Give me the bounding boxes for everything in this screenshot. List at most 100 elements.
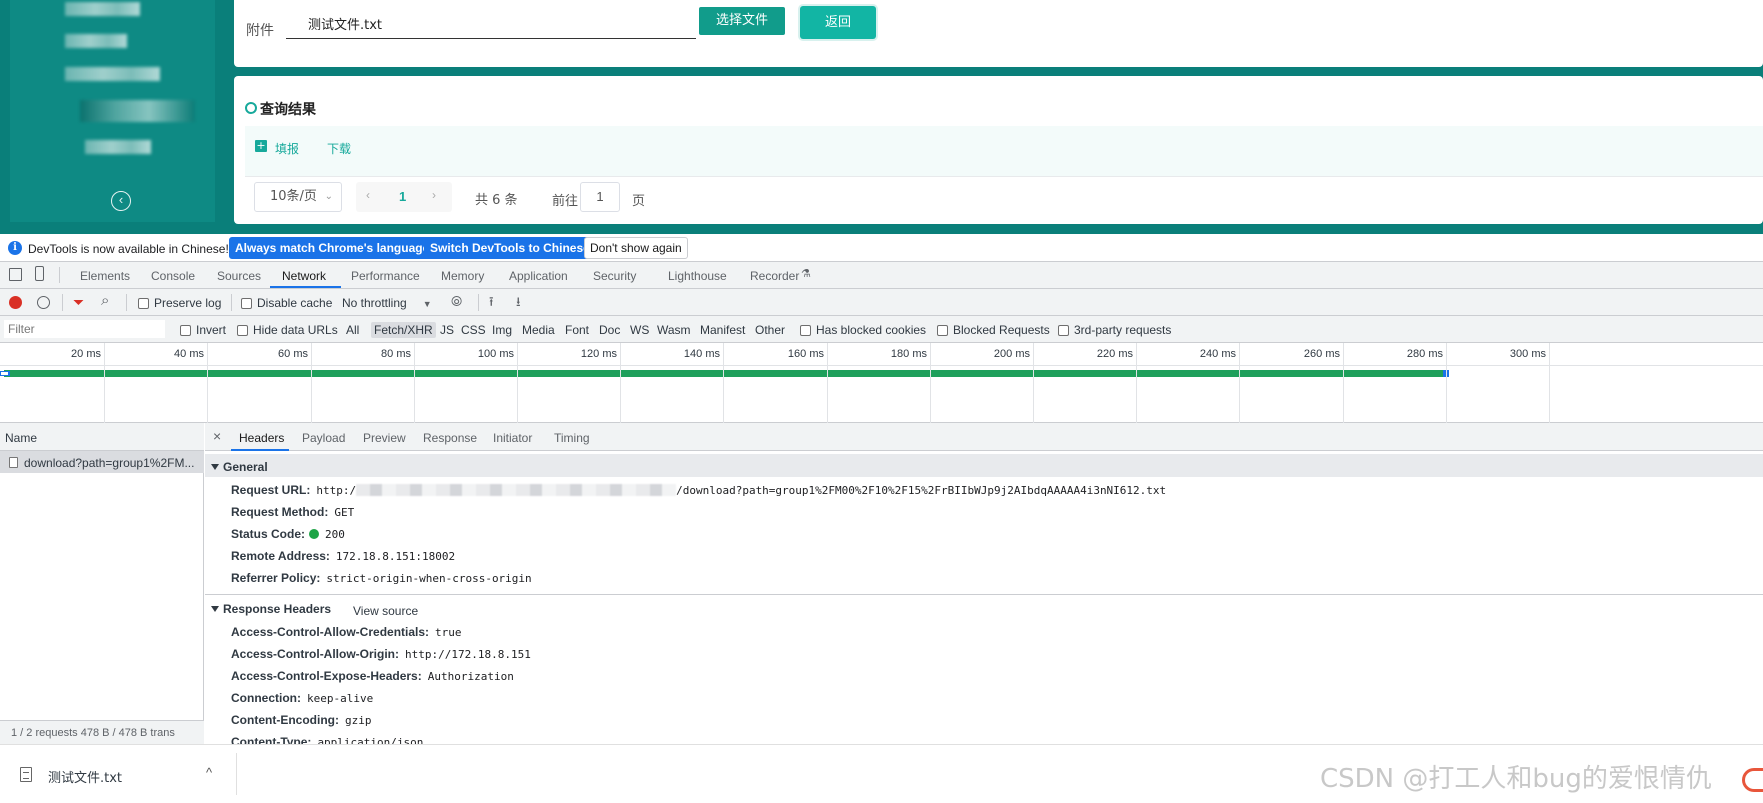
- tab-initiator[interactable]: Initiator: [493, 431, 532, 445]
- filter-icon[interactable]: ⏷: [73, 294, 84, 311]
- prev-page-button[interactable]: ‹: [366, 188, 370, 202]
- status-ok-icon: [309, 529, 320, 539]
- timeline-grid-line: [930, 343, 931, 423]
- hide-data-urls-checkbox[interactable]: Hide data URLs: [237, 323, 338, 337]
- goto-page-input[interactable]: 1: [580, 182, 620, 212]
- choose-file-button[interactable]: 选择文件: [699, 7, 785, 35]
- download-button[interactable]: 下载: [327, 140, 351, 157]
- type-filter-img[interactable]: Img: [492, 323, 512, 337]
- export-har-icon[interactable]: ⭳: [516, 293, 521, 315]
- type-filter-js[interactable]: JS: [440, 323, 454, 337]
- tab-security[interactable]: Security: [593, 269, 636, 283]
- clear-icon[interactable]: [37, 296, 50, 309]
- checkbox[interactable]: [180, 325, 191, 336]
- type-filter-media[interactable]: Media: [522, 323, 555, 337]
- preserve-log-checkbox[interactable]: Preserve log: [138, 296, 221, 310]
- header-value: /download?path=group1%2FM00%2F10%2F15%2F…: [676, 484, 1167, 497]
- inspect-element-icon[interactable]: [9, 268, 22, 281]
- tab-recorder[interactable]: Recorder: [750, 269, 799, 283]
- fill-report-button[interactable]: + 填报: [255, 140, 299, 157]
- record-icon[interactable]: [9, 296, 22, 309]
- response-headers-section-header[interactable]: Response Headers: [205, 596, 1763, 619]
- filter-input[interactable]: Filter: [3, 319, 166, 339]
- sidebar-item-blurred[interactable]: [65, 2, 140, 16]
- page-number-current[interactable]: 1: [399, 189, 406, 204]
- switch-chinese-button[interactable]: Switch DevTools to Chinese: [424, 237, 596, 259]
- timeline-tick-label: 220 ms: [1096, 348, 1133, 360]
- sidebar: ‹: [10, 0, 215, 222]
- network-conditions-icon[interactable]: ⦾: [451, 293, 462, 310]
- type-filter-fetch-xhr[interactable]: Fetch/XHR: [371, 322, 436, 338]
- type-filter-other[interactable]: Other: [755, 323, 785, 337]
- file-input[interactable]: 测试文件.txt: [286, 8, 696, 39]
- type-filter-ws[interactable]: WS: [630, 323, 649, 337]
- sidebar-item-blurred[interactable]: [85, 140, 151, 154]
- disable-cache-checkbox[interactable]: Disable cache: [241, 296, 332, 310]
- third-party-checkbox[interactable]: 3rd-party requests: [1058, 323, 1171, 337]
- dont-show-again-button[interactable]: Don't show again: [584, 237, 688, 259]
- name-column-header[interactable]: Name: [0, 423, 204, 451]
- page-size-value: 10条/页: [270, 189, 317, 204]
- collapse-sidebar-icon[interactable]: ‹: [111, 191, 131, 211]
- tab-network[interactable]: Network: [282, 269, 326, 283]
- next-page-button[interactable]: ›: [432, 188, 436, 202]
- tab-performance[interactable]: Performance: [351, 269, 420, 283]
- tab-application[interactable]: Application: [509, 269, 568, 283]
- has-blocked-cookies-label: Has blocked cookies: [816, 323, 927, 337]
- tab-memory[interactable]: Memory: [441, 269, 484, 283]
- invert-checkbox[interactable]: Invert: [180, 323, 226, 337]
- type-filter-manifest[interactable]: Manifest: [700, 323, 745, 337]
- close-icon[interactable]: ×: [213, 428, 221, 444]
- header-row: Access-Control-Allow-Origin: http://172.1…: [231, 647, 531, 661]
- chevron-up-icon[interactable]: ^: [206, 765, 212, 780]
- document-icon: [9, 457, 18, 468]
- checkbox[interactable]: [241, 298, 252, 309]
- sidebar-item-blurred[interactable]: [65, 67, 160, 81]
- checkbox[interactable]: [937, 325, 948, 336]
- type-filter-all[interactable]: All: [346, 323, 359, 337]
- sidebar-item-blurred[interactable]: [65, 34, 127, 48]
- type-filter-font[interactable]: Font: [565, 323, 589, 337]
- request-row[interactable]: download?path=group1%2FM...: [0, 451, 204, 473]
- timeline-grid-line: [1136, 343, 1137, 423]
- throttling-select[interactable]: No throttling ▼: [342, 296, 432, 310]
- tab-timing[interactable]: Timing: [554, 431, 590, 445]
- tab-payload[interactable]: Payload: [302, 431, 345, 445]
- type-filter-doc[interactable]: Doc: [599, 323, 620, 337]
- header-value: keep-alive: [307, 692, 374, 705]
- tab-elements[interactable]: Elements: [80, 269, 130, 283]
- search-icon[interactable]: ⌕: [101, 292, 109, 309]
- timeline-grid-line: [207, 343, 208, 423]
- blocked-requests-checkbox[interactable]: Blocked Requests: [937, 323, 1050, 337]
- checkbox[interactable]: [138, 298, 149, 309]
- tab-lighthouse[interactable]: Lighthouse: [668, 269, 727, 283]
- divider: [62, 294, 63, 311]
- invert-label: Invert: [196, 323, 227, 337]
- request-name: download?path=group1%2FM...: [24, 456, 195, 470]
- has-blocked-cookies-checkbox[interactable]: Has blocked cookies: [800, 323, 926, 337]
- checkbox[interactable]: [800, 325, 811, 336]
- match-language-button[interactable]: Always match Chrome's language: [229, 237, 436, 259]
- checkbox[interactable]: [1058, 325, 1069, 336]
- view-source-button[interactable]: View source: [353, 604, 418, 618]
- import-har-icon[interactable]: ⭱: [489, 293, 494, 315]
- tab-preview[interactable]: Preview: [363, 431, 406, 445]
- checkbox[interactable]: [237, 325, 248, 336]
- tab-sources[interactable]: Sources: [217, 269, 261, 283]
- network-overview[interactable]: 20 ms 40 ms 60 ms 80 ms 100 ms 120 ms 140 ms 16…: [0, 343, 1763, 423]
- tab-response[interactable]: Response: [423, 431, 477, 445]
- sidebar-item-blurred-active[interactable]: [80, 100, 195, 122]
- type-filter-wasm[interactable]: Wasm: [657, 323, 691, 337]
- device-toolbar-icon[interactable]: [35, 266, 44, 281]
- tab-headers[interactable]: Headers: [239, 431, 284, 445]
- type-filter-css[interactable]: CSS: [461, 323, 486, 337]
- back-button[interactable]: 返回: [800, 6, 876, 39]
- general-section-header[interactable]: General: [205, 454, 1763, 477]
- header-row: Referrer Policy: strict-origin-when-cross…: [231, 571, 532, 585]
- header-key: Request URL:: [231, 483, 311, 497]
- triangle-down-icon: [211, 606, 219, 612]
- download-item[interactable]: 测试文件.txt: [20, 767, 122, 786]
- timeline-grid-line: [827, 343, 828, 423]
- tab-console[interactable]: Console: [151, 269, 195, 283]
- page-size-select[interactable]: 10条/页 ⌄: [254, 182, 342, 212]
